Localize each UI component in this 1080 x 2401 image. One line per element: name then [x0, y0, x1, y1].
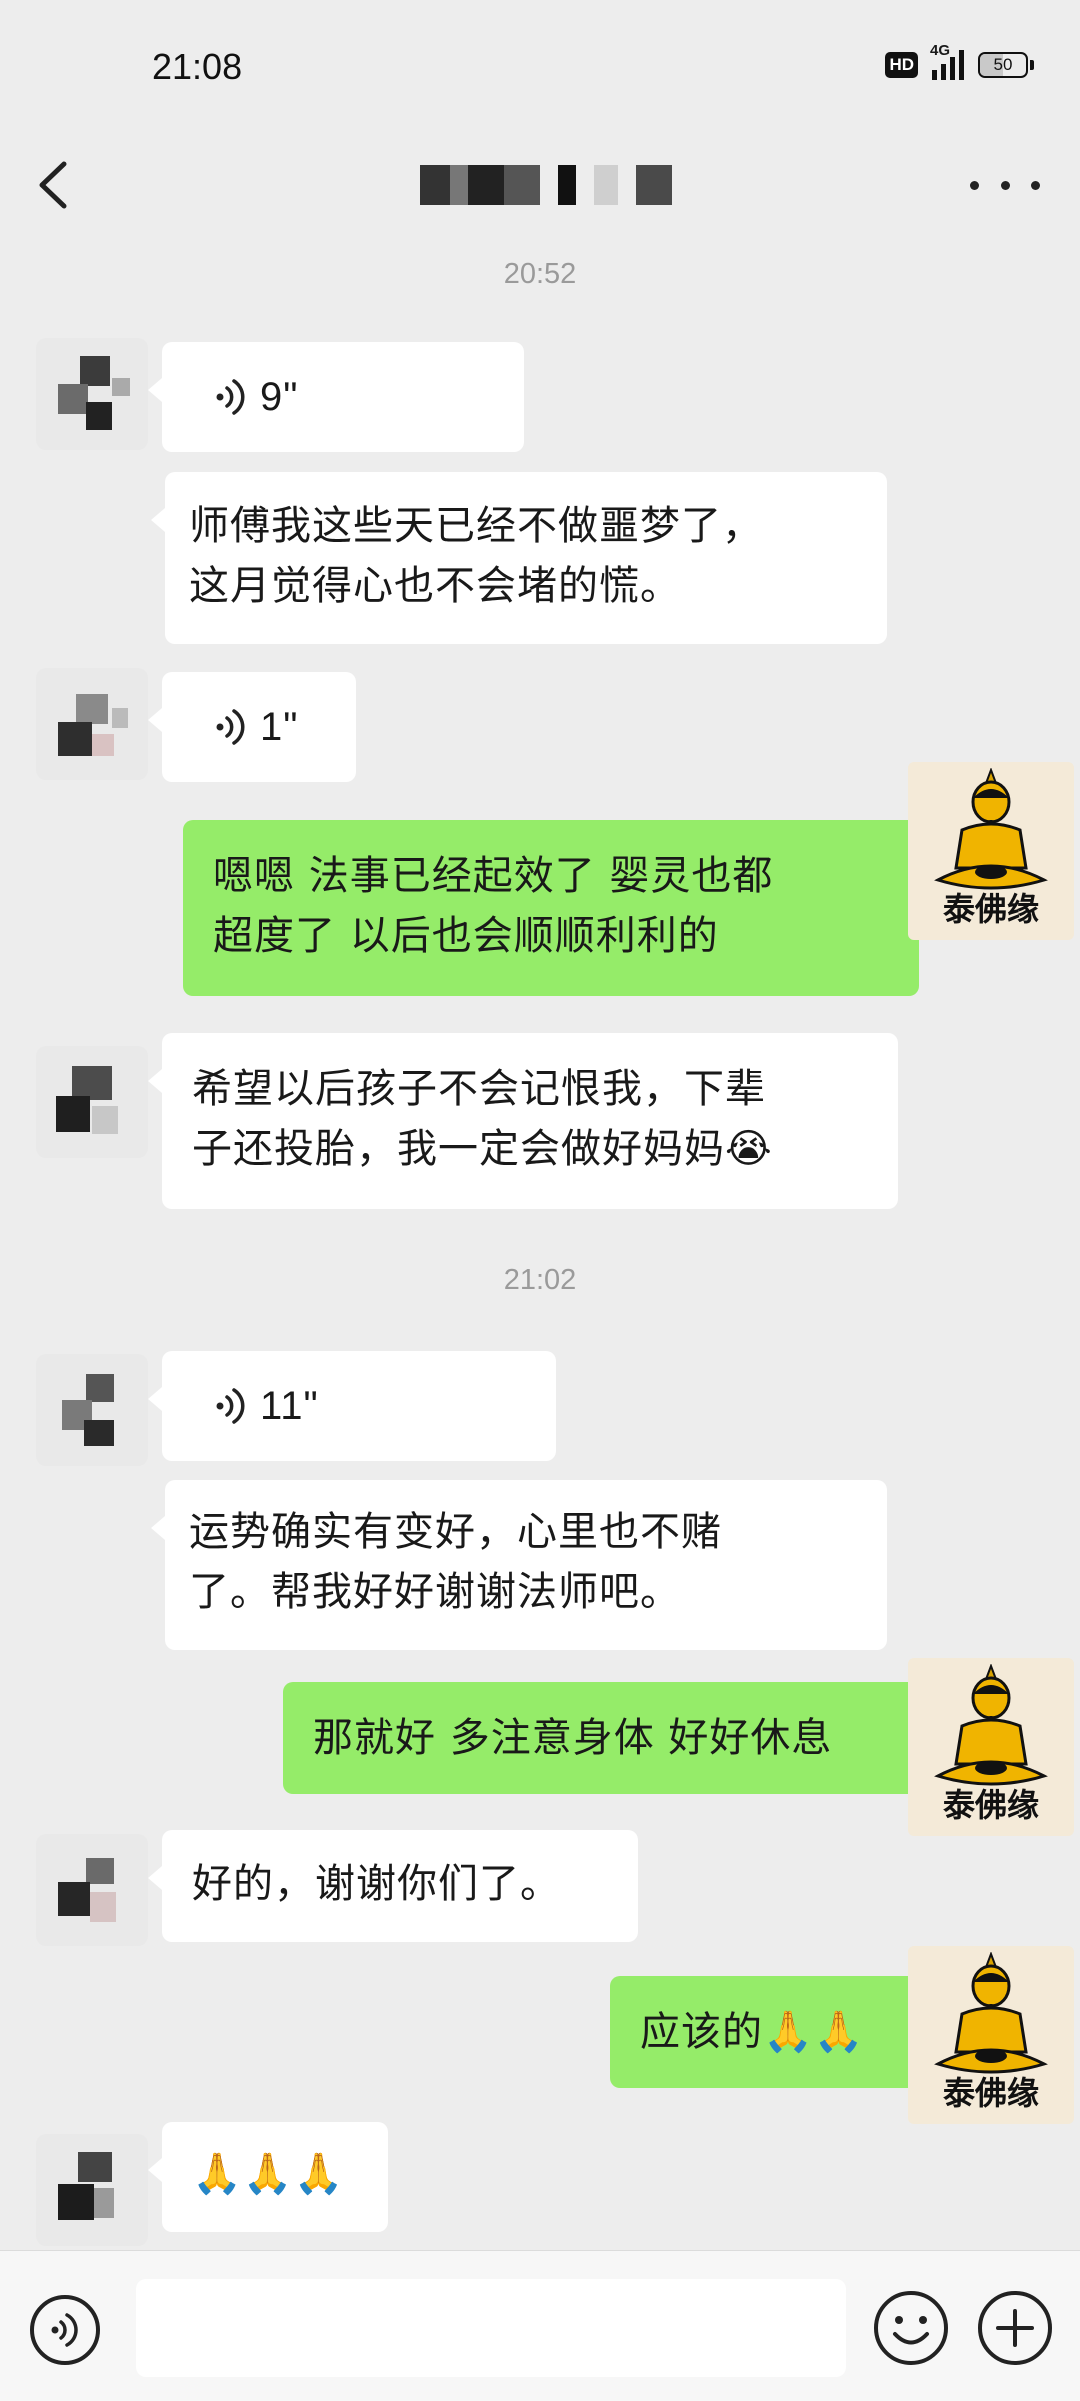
message-bubble[interactable]: 好的，谢谢你们了。 [148, 1830, 638, 1942]
input-bar [0, 2250, 1080, 2401]
timestamp: 21:02 [503, 1264, 577, 1296]
message-list[interactable]: 20:52 9" 师傅我这些天已经不做噩梦了， 这月觉得心也不会堵的慌。 1" [0, 240, 1080, 2250]
emoji-icon [874, 2291, 948, 2365]
voice-wave-icon [216, 379, 245, 415]
status-time: 21:08 [152, 46, 243, 87]
message-bubble[interactable]: 嗯嗯 法事已经起效了 婴灵也都 超度了 以后也会顺顺利利的 [183, 820, 933, 996]
plus-button[interactable] [976, 2289, 1054, 2367]
voice-message[interactable]: 1" [148, 672, 356, 782]
message-bubble[interactable]: 应该的🙏🙏 [610, 1976, 933, 2088]
voice-duration: 1" [260, 705, 299, 749]
contact-avatar[interactable] [36, 1046, 148, 1158]
timestamp: 20:52 [503, 258, 577, 290]
voice-message[interactable]: 11" [148, 1351, 556, 1461]
chat-header [0, 130, 1080, 240]
buddha-icon [934, 768, 1048, 890]
message-bubble[interactable]: 希望以后孩子不会记恨我，下辈 子还投胎，我一定会做好妈妈😭 [148, 1033, 898, 1209]
voice-message[interactable]: 9" [148, 342, 524, 452]
contact-avatar[interactable] [36, 1354, 148, 1466]
voice-toggle-button[interactable] [28, 2293, 102, 2367]
message-text-line: 超度了 以后也会顺顺利利的 [213, 913, 719, 959]
emoji-button[interactable] [872, 2289, 950, 2367]
contact-avatar[interactable] [36, 1834, 148, 1946]
plus-icon [978, 2291, 1052, 2365]
my-avatar[interactable]: 泰佛缘 [908, 1946, 1074, 2124]
status-bar: 21:08 HD 4G 50 [0, 0, 1080, 130]
message-text-line: 这月觉得心也不会堵的慌。 [189, 563, 681, 609]
message-bubble[interactable]: 那就好 多注意身体 好好休息 [283, 1682, 933, 1794]
voice-toggle-icon [30, 2295, 100, 2365]
buddha-icon [934, 1952, 1048, 2074]
back-button[interactable] [26, 150, 86, 220]
my-avatar-label: 泰佛缘 [942, 890, 1039, 928]
message-text-line: 了。帮我好好谢谢法师吧。 [189, 1569, 681, 1615]
voice-wave-icon [216, 709, 245, 745]
message-text-line: 🙏🙏🙏 [192, 2151, 345, 2197]
message-text-line: 运势确实有变好，心里也不赌 [189, 1509, 722, 1555]
message-bubble[interactable]: 🙏🙏🙏 [148, 2122, 388, 2232]
buddha-icon [934, 1664, 1048, 1786]
message-input[interactable] [136, 2279, 846, 2377]
my-avatar[interactable]: 泰佛缘 [908, 1658, 1074, 1836]
voice-duration: 11" [260, 1384, 319, 1428]
my-avatar-label: 泰佛缘 [942, 2074, 1039, 2112]
message-bubble[interactable]: 师傅我这些天已经不做噩梦了， 这月觉得心也不会堵的慌。 [151, 472, 887, 644]
battery-icon: 50 [978, 52, 1034, 78]
contact-avatar[interactable] [36, 338, 148, 450]
my-avatar[interactable]: 泰佛缘 [908, 762, 1074, 940]
more-button[interactable] [970, 160, 1040, 210]
message-bubble[interactable]: 运势确实有变好，心里也不赌 了。帮我好好谢谢法师吧。 [151, 1480, 887, 1650]
message-text-line: 应该的🙏🙏 [640, 2009, 865, 2055]
my-avatar-label: 泰佛缘 [942, 1786, 1039, 1824]
more-dots-icon [970, 180, 979, 190]
contact-avatar[interactable] [36, 2134, 148, 2246]
voice-duration: 9" [260, 375, 299, 419]
chevron-left-icon [39, 161, 67, 209]
message-text-line: 那就好 多注意身体 好好休息 [313, 1715, 833, 1761]
signal-icon: 4G [930, 42, 964, 80]
message-text-line: 嗯嗯 法事已经起效了 婴灵也都 [213, 853, 774, 899]
chat-title-redacted [420, 160, 672, 210]
battery-level: 50 [993, 55, 1013, 74]
hd-badge: HD [885, 52, 918, 78]
status-icons: HD 4G 50 [885, 42, 1034, 80]
message-text-line: 希望以后孩子不会记恨我，下辈 [192, 1066, 766, 1112]
message-text-line: 师傅我这些天已经不做噩梦了， [189, 503, 763, 549]
voice-wave-icon [216, 1388, 245, 1424]
network-type: 4G [930, 42, 951, 59]
message-text-line: 好的，谢谢你们了。 [192, 1861, 561, 1907]
contact-avatar[interactable] [36, 668, 148, 780]
message-text-line: 子还投胎，我一定会做好妈妈😭 [192, 1126, 773, 1172]
